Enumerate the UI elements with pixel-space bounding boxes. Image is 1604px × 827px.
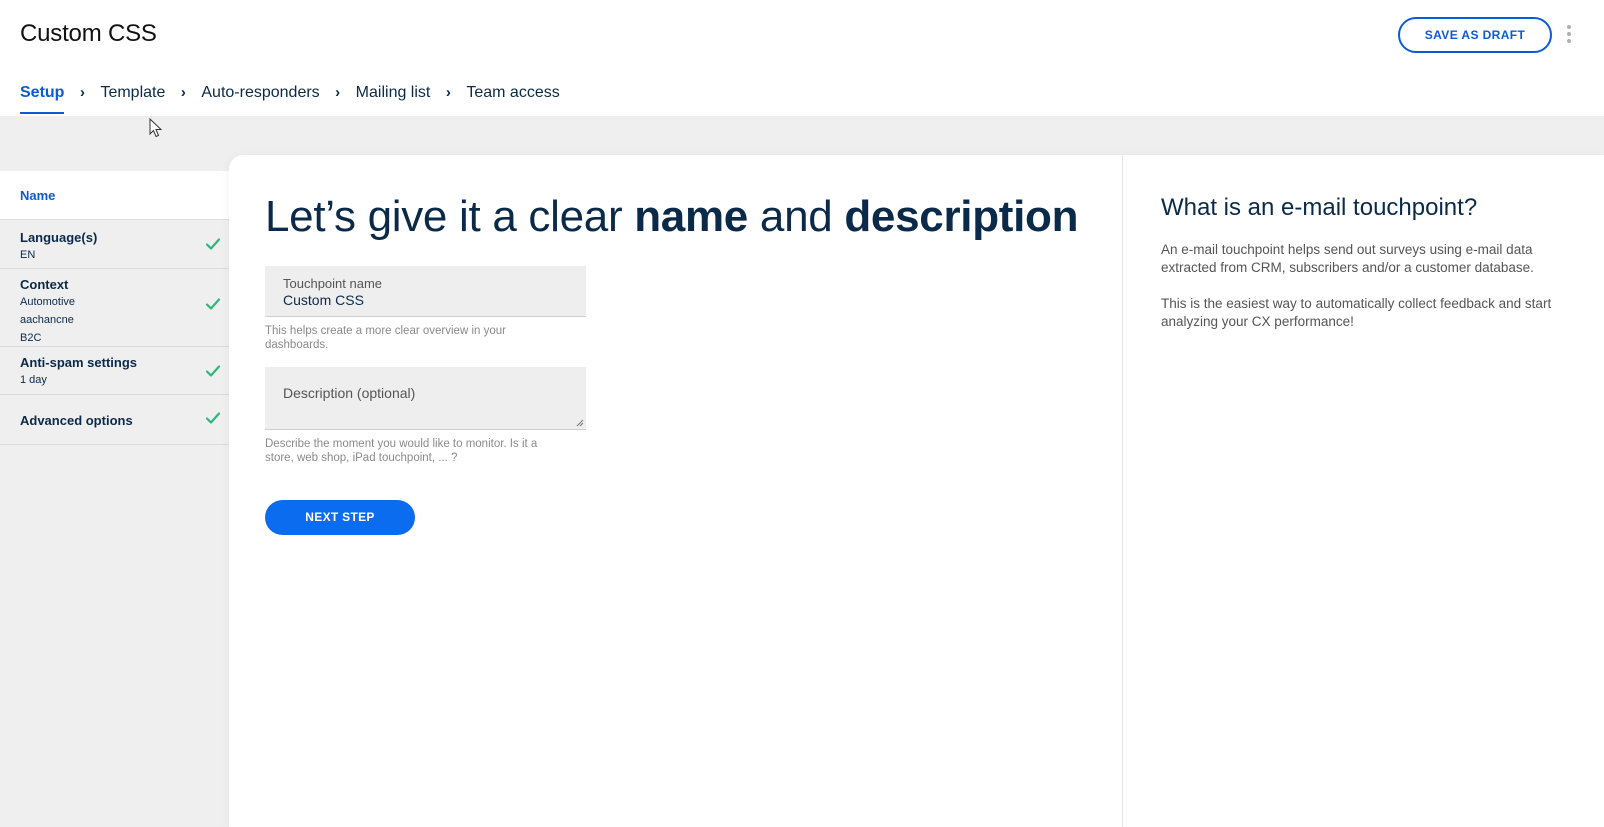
step-team-access[interactable]: Team access [466,84,559,116]
step-setup[interactable]: Setup [20,84,65,116]
description-field[interactable] [265,367,586,430]
description-helper: Describe the moment you would like to mo… [265,438,538,464]
touchpoint-name-label: Touchpoint name [283,276,383,291]
resize-handle-icon[interactable] [576,419,584,427]
info-title: What is an e-mail touchpoint? [1161,194,1478,221]
chevron-right-icon: › [180,84,186,101]
info-paragraph: An e-mail touchpoint helps send out surv… [1161,242,1534,275]
headline-bold-name: name [634,192,748,241]
next-step-button[interactable]: NEXT STEP [265,500,415,535]
sidebar-item-label: Language(s) [20,230,98,245]
panel-divider [1122,155,1123,827]
checkmark-icon [205,298,221,310]
sidebar-item-label: Name [20,188,56,203]
setup-sidebar: Name Language(s) EN Context Automotive a… [0,171,229,445]
description-input[interactable] [265,367,586,430]
sidebar-item-label: Anti-spam settings [20,355,138,370]
touchpoint-name-input[interactable] [283,292,573,308]
sidebar-item-value: B2C [20,332,42,344]
headline-text: Let’s give it a clear [265,192,635,241]
sidebar-item-label: Context [20,277,69,292]
sidebar-item-languages[interactable]: Language(s) EN [0,220,229,269]
sidebar-item-advanced-options[interactable]: Advanced options [0,395,229,445]
kebab-menu-icon[interactable] [1563,25,1575,47]
headline-bold-description: description [844,192,1079,241]
info-paragraph: This is the easiest way to automatically… [1161,296,1552,329]
step-mailing-list[interactable]: Mailing list [356,84,431,116]
checkmark-icon [205,412,221,424]
checkmark-icon [205,238,221,250]
touchpoint-name-helper: This helps create a more clear overview … [265,325,506,351]
wizard-steps: Setup › Template › Auto-responders › Mai… [20,84,560,116]
top-header: Custom CSS SAVE AS DRAFT Setup › Templat… [0,0,1604,116]
sidebar-item-value: 1 day [20,374,47,386]
sidebar-item-name[interactable]: Name [0,171,229,220]
step-template[interactable]: Template [100,84,165,116]
sidebar-item-value: Automotive [20,296,76,308]
chevron-right-icon: › [79,84,85,101]
sidebar-item-anti-spam[interactable]: Anti-spam settings 1 day [0,347,229,395]
chevron-right-icon: › [335,84,341,101]
step-auto-responders[interactable]: Auto-responders [201,84,319,116]
mouse-cursor-icon [149,118,163,138]
touchpoint-name-field[interactable]: Touchpoint name [265,266,586,317]
sidebar-item-label: Advanced options [20,413,133,428]
page-title: Custom CSS [20,20,157,47]
save-as-draft-button[interactable]: SAVE AS DRAFT [1398,17,1552,53]
checkmark-icon [205,365,221,377]
sidebar-item-value: EN [20,249,36,261]
chevron-right-icon: › [445,84,451,101]
form-headline: Let’s give it a clear name and descripti… [265,192,1079,242]
headline-text: and [747,192,845,241]
sidebar-item-context[interactable]: Context Automotive aachancne B2C [0,269,229,347]
sidebar-item-value: aachancne [20,314,74,326]
